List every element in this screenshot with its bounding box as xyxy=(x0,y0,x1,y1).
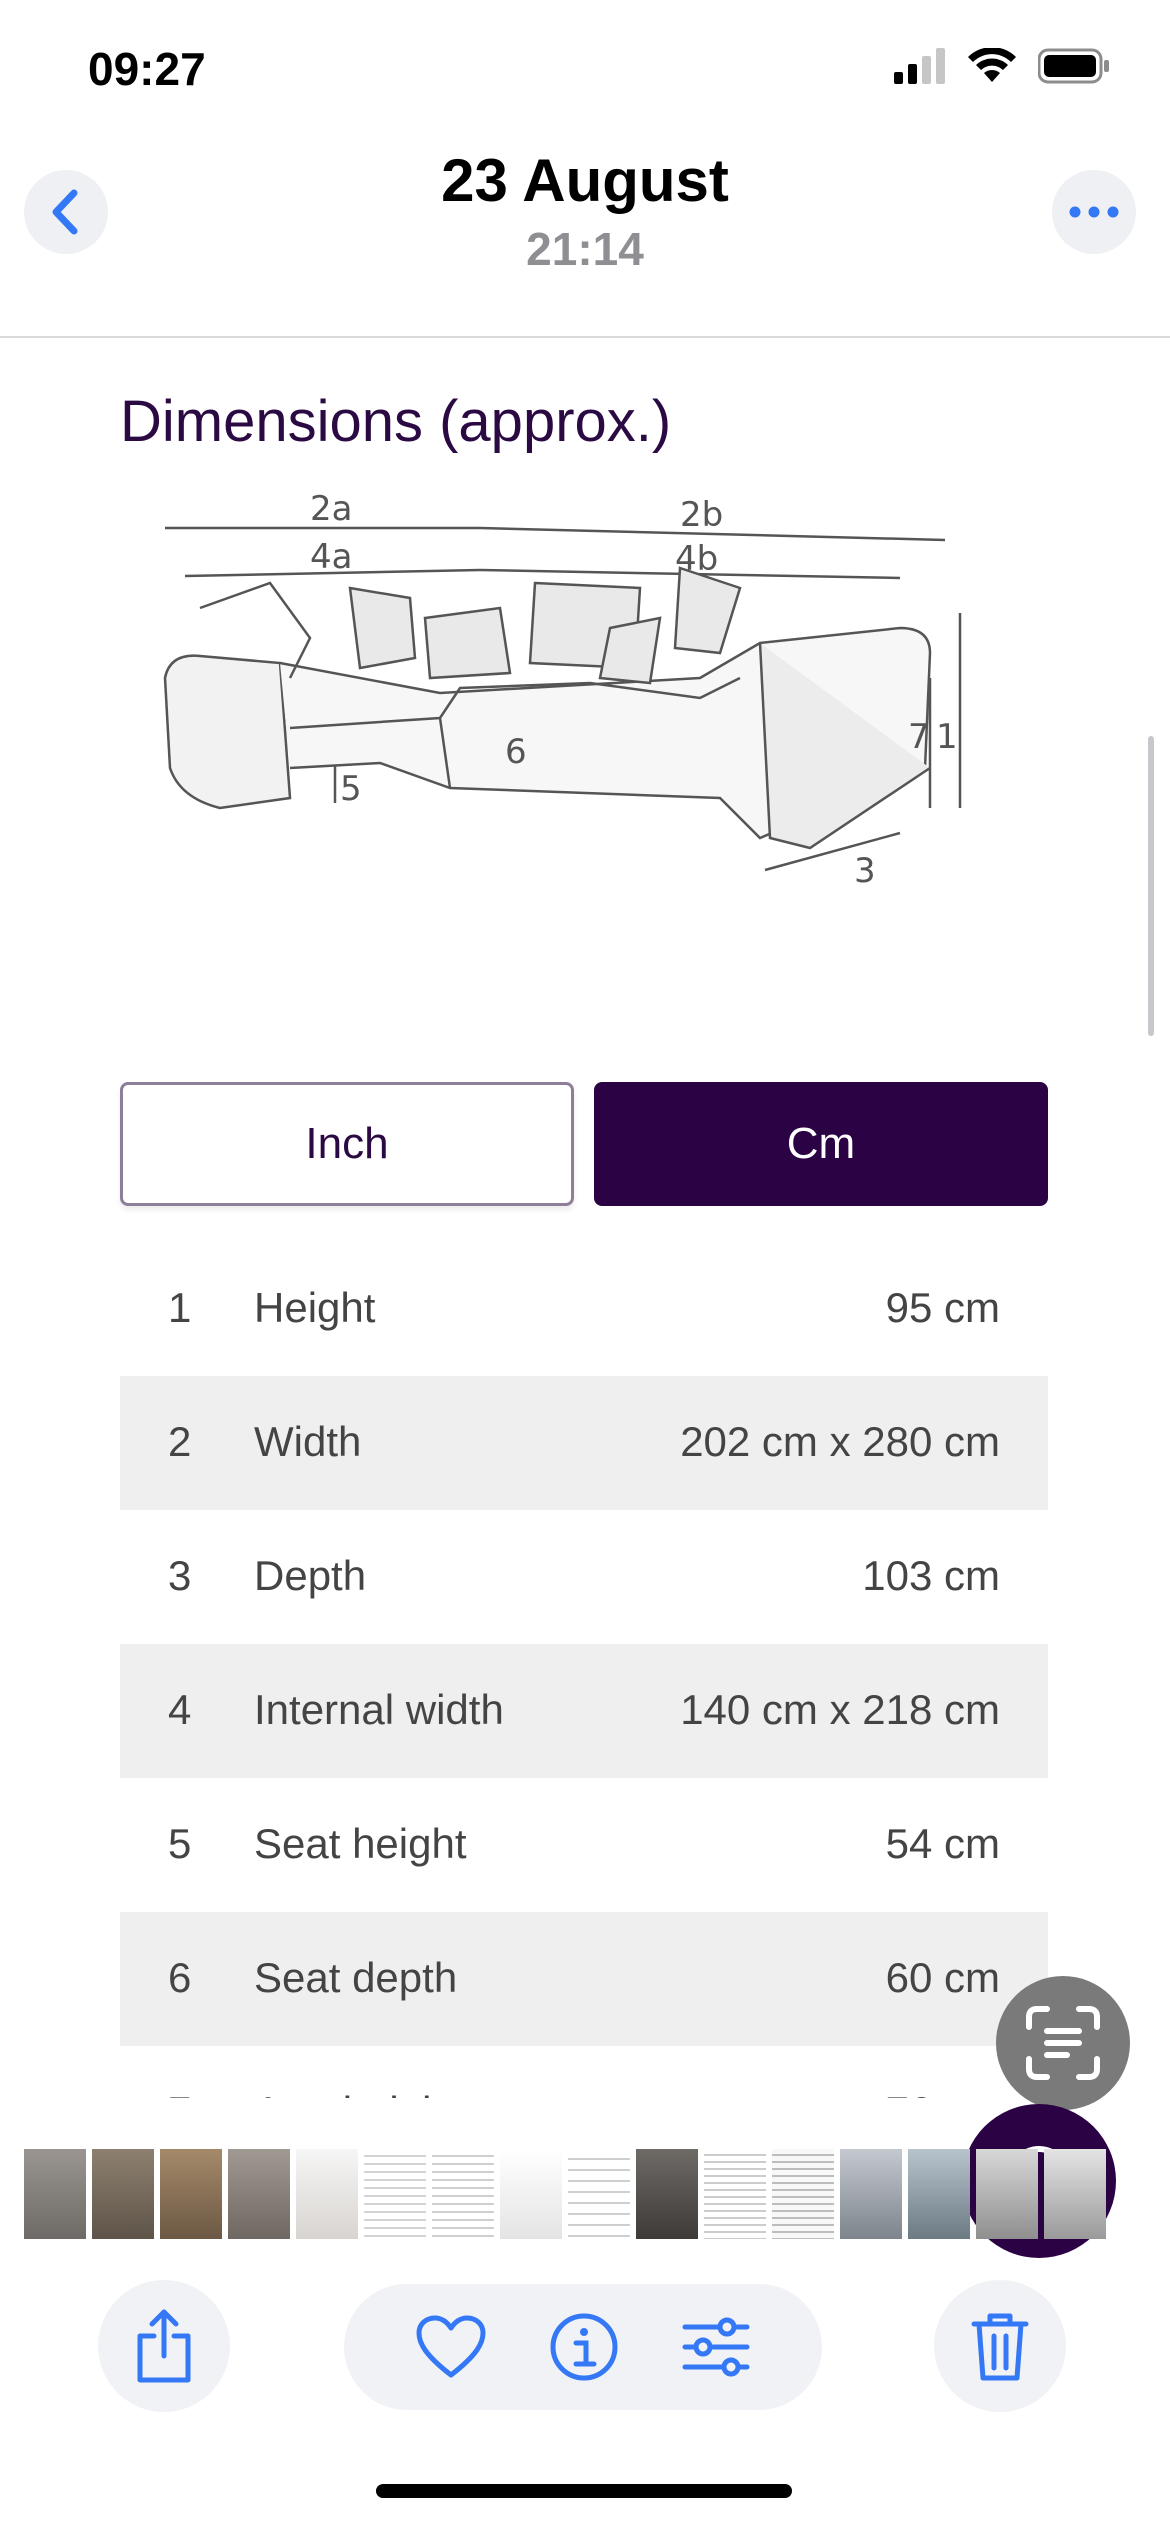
page-title: 23 August xyxy=(441,147,729,214)
diagram-label-7: 7 xyxy=(908,717,930,757)
row-label: Width xyxy=(254,1418,362,1465)
row-number: 6 xyxy=(168,1954,192,2001)
action-pill xyxy=(344,2284,822,2410)
photo-thumbnail[interactable] xyxy=(228,2149,290,2239)
photo-thumbnail[interactable] xyxy=(160,2149,222,2239)
photo-thumbnail[interactable] xyxy=(636,2149,698,2239)
unit-toggle: Inch Cm xyxy=(120,1082,1048,1210)
row-value: 76 cm xyxy=(886,2088,1000,2098)
row-number: 3 xyxy=(168,1552,192,1599)
share-icon xyxy=(137,2309,191,2383)
cm-button[interactable]: Cm xyxy=(594,1082,1048,1206)
photo-header: 23 August 21:14 xyxy=(0,140,1170,338)
bottom-toolbar xyxy=(0,2280,1170,2430)
photo-thumbnail-strip[interactable] xyxy=(24,2148,1144,2240)
row-label: Depth xyxy=(254,1552,367,1599)
photo-thumbnail[interactable] xyxy=(92,2149,154,2239)
table-row: 6 Seat depth 60 cm xyxy=(120,1912,1048,2046)
photo-thumbnail[interactable] xyxy=(908,2149,970,2239)
row-number: 5 xyxy=(168,1820,192,1867)
table-row: 1 Height 95 cm xyxy=(120,1242,1048,1376)
dimensions-table: 1 Height 95 cm 2 Width 202 cm x 280 cm 3… xyxy=(120,1242,1048,2098)
photo-thumbnail[interactable] xyxy=(1044,2149,1106,2239)
info-icon[interactable] xyxy=(549,2312,619,2382)
status-time: 09:27 xyxy=(88,43,206,95)
table-row: 3 Depth 103 cm xyxy=(120,1510,1048,1644)
wifi-icon xyxy=(968,48,1016,82)
delete-button[interactable] xyxy=(934,2280,1066,2412)
dimensions-heading: Dimensions (approx.) xyxy=(120,389,672,454)
live-text-icon xyxy=(1026,2006,1100,2080)
home-indicator xyxy=(376,2484,792,2498)
photo-thumbnail[interactable] xyxy=(24,2149,86,2239)
share-button[interactable] xyxy=(98,2280,230,2412)
row-label: Seat height xyxy=(254,1820,467,1867)
page-subtitle: 21:14 xyxy=(526,223,644,275)
status-icons xyxy=(894,48,1110,84)
photo-content: Dimensions (approx.) 2a 2b 4a 4b 6 5 7 1… xyxy=(0,338,1170,2098)
row-label: Height xyxy=(254,1284,376,1331)
inch-button[interactable]: Inch xyxy=(120,1082,574,1206)
row-number: 2 xyxy=(168,1418,192,1465)
more-button[interactable] xyxy=(1052,170,1136,254)
table-row: 7 Arm height 76 cm xyxy=(120,2046,1048,2098)
heart-icon[interactable] xyxy=(415,2315,487,2379)
table-row: 5 Seat height 54 cm xyxy=(120,1778,1048,1912)
diagram-label-4b: 4b xyxy=(675,539,718,579)
trash-icon xyxy=(971,2313,1029,2381)
row-value: 202 cm x 280 cm xyxy=(680,1418,1000,1465)
row-label: Seat depth xyxy=(254,1954,458,2001)
battery-icon xyxy=(1038,48,1109,84)
photo-thumbnail[interactable] xyxy=(568,2149,630,2239)
row-value: 140 cm x 218 cm xyxy=(680,1686,1000,1733)
photo-thumbnail[interactable] xyxy=(500,2149,562,2239)
photo-thumbnail[interactable] xyxy=(296,2149,358,2239)
row-number: 4 xyxy=(168,1686,192,1733)
sliders-icon[interactable] xyxy=(681,2317,751,2377)
cellular-signal-icon xyxy=(894,48,945,84)
diagram-label-5: 5 xyxy=(340,769,362,809)
row-value: 95 cm xyxy=(885,1284,1000,1331)
row-value: 54 cm xyxy=(885,1820,1000,1867)
scroll-indicator[interactable] xyxy=(1148,736,1154,1036)
ellipsis-icon xyxy=(1069,206,1119,218)
diagram-label-2a: 2a xyxy=(310,489,352,529)
photo-thumbnail[interactable] xyxy=(364,2149,426,2239)
row-label: Arm height xyxy=(254,2088,457,2098)
row-value: 60 cm xyxy=(885,1954,1000,2001)
photo-thumbnail[interactable] xyxy=(840,2149,902,2239)
row-number: 1 xyxy=(168,1284,192,1331)
photo-thumbnail[interactable] xyxy=(976,2149,1038,2239)
diagram-label-4a: 4a xyxy=(310,537,352,577)
photo-thumbnail[interactable] xyxy=(432,2149,494,2239)
status-bar: 09:27 xyxy=(0,0,1170,140)
row-label: Internal width xyxy=(254,1686,504,1733)
diagram-label-3: 3 xyxy=(854,851,876,891)
photo-thumbnail[interactable] xyxy=(704,2149,766,2239)
table-row: 4 Internal width 140 cm x 218 cm xyxy=(120,1644,1048,1778)
diagram-label-1: 1 xyxy=(936,717,958,757)
live-text-button[interactable] xyxy=(996,1976,1130,2110)
row-value: 103 cm xyxy=(862,1552,1000,1599)
sofa-diagram: 2a 2b 4a 4b 6 5 7 1 3 xyxy=(163,489,962,891)
diagram-label-2b: 2b xyxy=(680,495,723,535)
photo-thumbnail[interactable] xyxy=(772,2149,834,2239)
table-row: 2 Width 202 cm x 280 cm xyxy=(120,1376,1048,1510)
row-number: 7 xyxy=(168,2088,191,2098)
diagram-label-6: 6 xyxy=(505,732,527,772)
